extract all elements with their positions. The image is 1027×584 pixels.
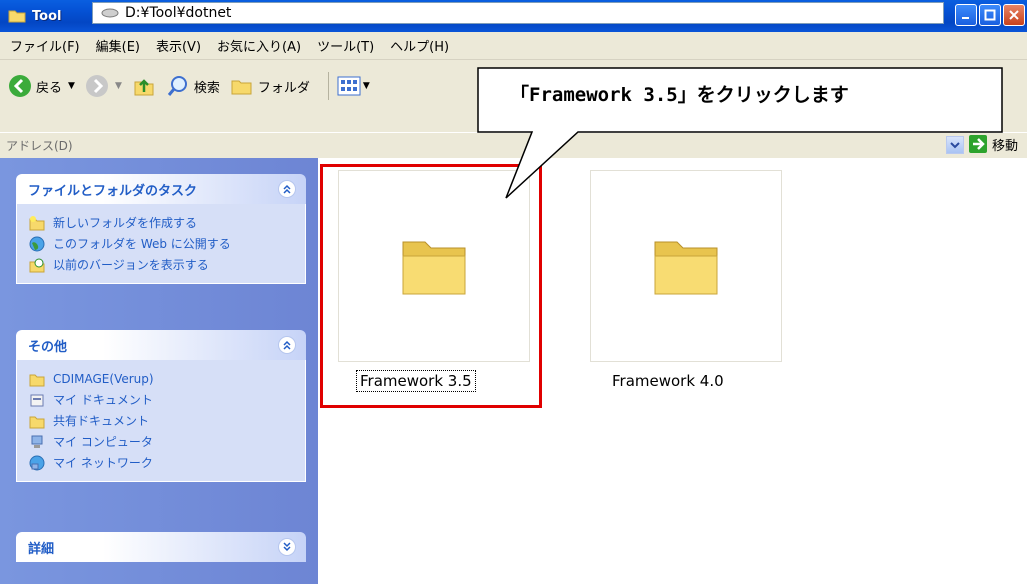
folder-thumbnail-framework-40[interactable] (590, 170, 782, 362)
panel-header[interactable]: ファイルとフォルダのタスク (16, 174, 306, 204)
task-pane: ファイルとフォルダのタスク 新しいフォルダを作成する このフォルダを Web に… (0, 158, 318, 584)
folder-icon (654, 241, 718, 295)
back-arrow-icon (9, 75, 31, 97)
forward-arrow-icon (85, 75, 108, 97)
chevron-down-icon[interactable] (278, 538, 296, 556)
close-button[interactable] (1003, 4, 1025, 26)
globe-icon (29, 236, 45, 251)
place-shared-documents[interactable]: 共有ドキュメント (29, 410, 305, 431)
up-folder-button[interactable] (132, 74, 156, 98)
folders-icon (231, 80, 252, 95)
address-input[interactable]: D:¥Tool¥dotnet (92, 2, 944, 24)
address-dropdown-button[interactable] (946, 136, 964, 154)
panel-title: 詳細 (28, 541, 55, 557)
chevron-down-icon (950, 142, 960, 149)
up-folder-icon (134, 79, 154, 96)
menu-edit[interactable]: 編集(E) (96, 36, 140, 55)
folders-label: フォルダ (257, 80, 310, 96)
menu-tools[interactable]: ツール(T) (317, 36, 374, 55)
address-path: D:¥Tool¥dotnet (125, 5, 232, 21)
toolbar-separator (327, 72, 329, 100)
search-icon (167, 76, 187, 96)
panel-title: その他 (28, 339, 68, 355)
highlight-box (320, 164, 542, 408)
views-button[interactable]: ▼ (337, 75, 370, 97)
folder-label-framework-40[interactable]: Framework 4.0 (612, 372, 724, 390)
place-my-network[interactable]: マイ ネットワーク (29, 452, 305, 473)
back-label: 戻る (36, 80, 63, 96)
maximize-icon (984, 9, 996, 21)
details-panel: 詳細 (16, 532, 306, 562)
place-my-computer[interactable]: マイ コンピュータ (29, 431, 305, 452)
panel-header[interactable]: 詳細 (16, 532, 306, 562)
drive-icon (101, 8, 119, 18)
file-tasks-panel: ファイルとフォルダのタスク 新しいフォルダを作成する このフォルダを Web に… (16, 174, 306, 284)
folders-button[interactable]: フォルダ (230, 74, 310, 98)
address-label: アドレス(D) (6, 139, 73, 153)
back-button[interactable]: 戻る ▼ (8, 74, 75, 98)
address-bar: アドレス(D) (0, 132, 1027, 158)
menu-favorites[interactable]: お気に入り(A) (217, 36, 301, 55)
previous-versions-icon (29, 258, 45, 272)
views-icon (337, 76, 361, 96)
folder-icon (29, 416, 45, 428)
task-new-folder[interactable]: 新しいフォルダを作成する (29, 212, 305, 233)
search-label: 検索 (193, 80, 220, 96)
new-folder-icon (29, 215, 45, 230)
go-button[interactable]: 移動 (968, 134, 1018, 154)
go-label: 移動 (992, 138, 1019, 154)
chevron-down-icon[interactable]: ▼ (363, 81, 370, 91)
chevron-up-icon[interactable] (278, 336, 296, 354)
minimize-button[interactable] (955, 4, 977, 26)
forward-button[interactable]: ▼ (85, 74, 122, 98)
folder-icon (29, 374, 45, 386)
place-cdimage[interactable]: CDIMAGE(Verup) (29, 368, 305, 389)
panel-header[interactable]: その他 (16, 330, 306, 360)
task-publish-web[interactable]: このフォルダを Web に公開する (29, 233, 305, 254)
go-arrow-icon (969, 135, 987, 153)
callout-text: 「Framework 3.5」をクリックします (510, 84, 849, 106)
search-button[interactable]: 検索 (166, 74, 220, 98)
panel-title: ファイルとフォルダのタスク (28, 183, 198, 199)
documents-icon (30, 394, 44, 406)
window-title: Tool (32, 8, 62, 24)
chevron-down-icon[interactable]: ▼ (68, 81, 75, 91)
maximize-button[interactable] (979, 4, 1001, 26)
minimize-icon (962, 17, 969, 19)
network-icon (29, 455, 45, 470)
menu-help[interactable]: ヘルプ(H) (390, 36, 449, 55)
close-icon (1009, 10, 1019, 20)
menu-file[interactable]: ファイル(F) (10, 36, 80, 55)
task-previous-versions[interactable]: 以前のバージョンを表示する (29, 254, 305, 275)
menu-view[interactable]: 表示(V) (156, 36, 201, 55)
place-my-documents[interactable]: マイ ドキュメント (29, 389, 305, 410)
chevron-up-icon[interactable] (278, 180, 296, 198)
other-places-panel: その他 CDIMAGE(Verup) マイ ドキュメント 共有ドキュメント マイ… (16, 330, 306, 482)
folder-icon (8, 10, 26, 23)
chevron-down-icon[interactable]: ▼ (115, 81, 122, 91)
menu-bar: ファイル(F) 編集(E) 表示(V) お気に入り(A) ツール(T) ヘルプ(… (0, 32, 1027, 60)
computer-icon (31, 435, 43, 448)
